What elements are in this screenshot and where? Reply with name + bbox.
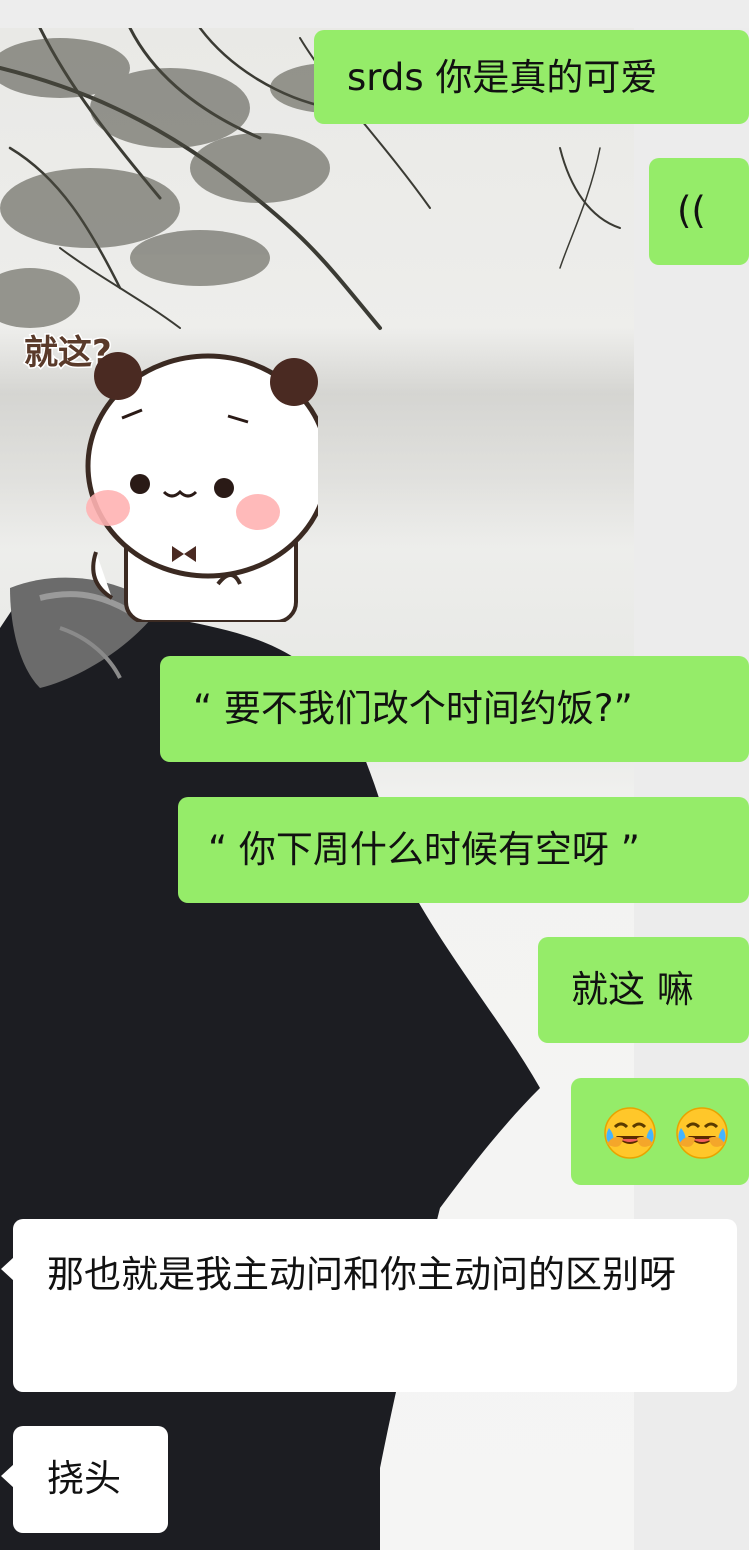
panda-body <box>85 352 318 622</box>
message-outgoing[interactable]: (( <box>649 158 749 265</box>
message-outgoing[interactable]: 就这 嘛 <box>538 937 749 1043</box>
crying-laughing-face-icon <box>604 1106 656 1159</box>
message-outgoing[interactable]: “ 你下周什么时候有空呀 ” <box>178 797 749 903</box>
message-incoming[interactable]: 挠头 <box>1 1426 168 1533</box>
crying-laughing-face-icon <box>676 1106 728 1159</box>
panda-sticker[interactable]: 就这? <box>18 316 318 622</box>
message-outgoing-emoji[interactable] <box>571 1078 749 1185</box>
top-bar <box>0 0 749 28</box>
message-outgoing[interactable]: “ 要不我们改个时间约饭?” <box>160 656 749 762</box>
message-outgoing[interactable]: srds 你是真的可爱 <box>314 30 749 124</box>
message-incoming[interactable]: 那也就是我主动问和你主动问的区别呀 <box>1 1219 737 1392</box>
